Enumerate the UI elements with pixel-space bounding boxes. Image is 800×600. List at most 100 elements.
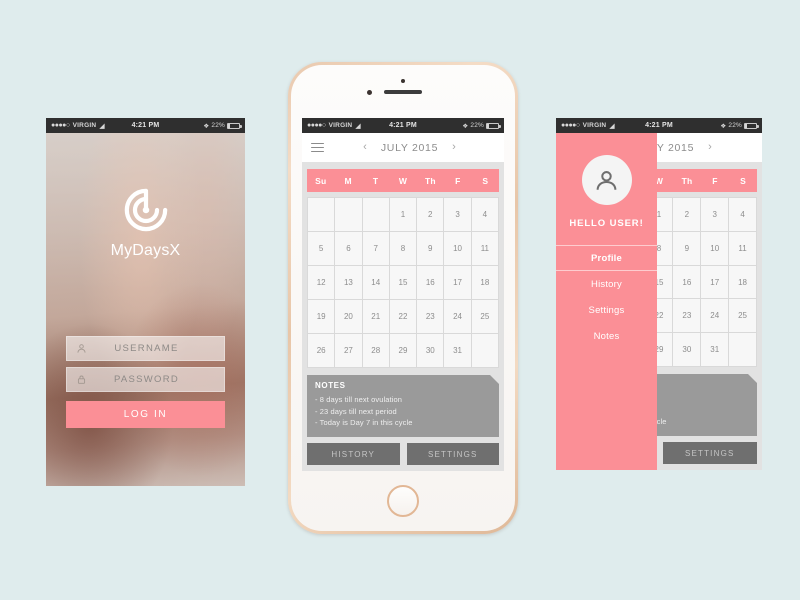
calendar-day-26[interactable]: 26: [308, 334, 335, 368]
calendar-day-17[interactable]: 17: [701, 265, 729, 299]
menu-item-settings[interactable]: Settings: [556, 297, 657, 323]
calendar-cell-empty: [729, 333, 756, 367]
front-camera-icon: [367, 90, 372, 95]
day-of-week-f: F: [455, 175, 461, 186]
menu-item-history[interactable]: History: [556, 271, 657, 297]
calendar-screen: ●●●●○ VIRGIN ◢ 4:21 PM ❖ 22% ‹ JULY 2015…: [302, 118, 504, 471]
brand-block: MyDaysX: [46, 187, 245, 260]
day-of-week-w: W: [398, 175, 408, 186]
menu-item-list: Profile History Settings Notes: [556, 245, 657, 349]
day-of-week-m: M: [344, 175, 352, 186]
mockup-canvas: ●●●●○ VIRGIN ◢ 4:21 PM ❖ 22% MyDaysX USE…: [0, 0, 800, 600]
calendar-day-12[interactable]: 12: [308, 266, 335, 300]
calendar-day-16[interactable]: 16: [417, 266, 444, 300]
status-bar-right: ❖ 22%: [720, 122, 759, 130]
user-avatar-icon[interactable]: [581, 155, 632, 205]
iphone-device-frame: ●●●●○ VIRGIN ◢ 4:21 PM ❖ 22% ‹ JULY 2015…: [288, 62, 518, 534]
status-bar-login: ●●●●○ VIRGIN ◢ 4:21 PM ❖ 22%: [46, 118, 245, 133]
chevron-left-icon[interactable]: ‹: [363, 142, 367, 153]
side-menu-drawer: HELLO USER! Profile History Settings Notes: [556, 133, 657, 470]
history-button[interactable]: HISTORY: [307, 443, 400, 465]
username-field[interactable]: USERNAME: [66, 336, 225, 361]
menu-item-profile[interactable]: Profile: [556, 245, 657, 271]
login-button[interactable]: LOG IN: [66, 401, 225, 428]
notes-item: - 8 days till next ovulation: [315, 395, 403, 405]
calendar-cell-empty: [308, 198, 335, 232]
battery-percent-label: 22%: [470, 122, 484, 129]
calendar-day-4[interactable]: 4: [471, 198, 498, 232]
notes-item: - Today is Day 7 in this cycle: [315, 418, 413, 428]
day-of-week-su: Su: [315, 175, 327, 186]
calendar-day-18[interactable]: 18: [729, 265, 756, 299]
hamburger-menu-icon[interactable]: [311, 142, 324, 153]
day-of-week-header: Su M T W Th F S: [307, 169, 499, 192]
calendar-day-4[interactable]: 4: [729, 198, 756, 231]
notes-title: NOTES: [315, 381, 346, 391]
calendar-day-30[interactable]: 30: [417, 334, 444, 368]
day-of-week-f: F: [712, 175, 718, 186]
login-background-photo: MyDaysX USERNAME PASSWORD LOG IN: [46, 133, 245, 486]
calendar-day-23[interactable]: 23: [417, 300, 444, 334]
settings-button[interactable]: SETTINGS: [406, 443, 499, 465]
notes-card[interactable]: NOTES - 8 days till next ovulation- 23 d…: [307, 375, 499, 437]
calendar-day-13[interactable]: 13: [335, 266, 362, 300]
calendar-day-25[interactable]: 25: [729, 299, 756, 333]
calendar-day-10[interactable]: 10: [701, 231, 729, 265]
calendar-top-bar: ‹ JULY 2015 ›: [302, 133, 504, 162]
calendar-day-11[interactable]: 11: [471, 232, 498, 266]
calendar-day-24[interactable]: 24: [444, 300, 471, 334]
calendar-day-21[interactable]: 21: [362, 300, 389, 334]
password-field[interactable]: PASSWORD: [66, 367, 225, 392]
calendar-day-22[interactable]: 22: [389, 300, 417, 334]
brand-name: MyDaysX: [110, 242, 181, 259]
day-of-week-s: S: [482, 175, 489, 186]
greeting-label: HELLO USER!: [569, 218, 644, 229]
chevron-right-icon[interactable]: ›: [708, 142, 712, 153]
spiral-target-logo-icon: [123, 187, 169, 233]
calendar-day-15[interactable]: 15: [389, 266, 417, 300]
phone-front-panel: ●●●●○ VIRGIN ◢ 4:21 PM ❖ 22% ‹ JULY 2015…: [291, 65, 515, 531]
calendar-day-31[interactable]: 31: [444, 334, 471, 368]
calendar-day-14[interactable]: 14: [362, 266, 389, 300]
calendar-month-nav: ‹ JULY 2015 ›: [324, 142, 495, 154]
calendar-day-20[interactable]: 20: [335, 300, 362, 334]
bluetooth-icon: ❖: [462, 122, 469, 130]
calendar-day-31[interactable]: 31: [701, 333, 729, 367]
calendar-day-11[interactable]: 11: [729, 231, 756, 265]
calendar-day-25[interactable]: 25: [471, 300, 498, 334]
calendar-day-19[interactable]: 19: [308, 300, 335, 334]
calendar-day-3[interactable]: 3: [701, 198, 729, 231]
calendar-day-27[interactable]: 27: [335, 334, 362, 368]
calendar-day-28[interactable]: 28: [362, 334, 389, 368]
calendar-day-7[interactable]: 7: [362, 232, 389, 266]
calendar-day-17[interactable]: 17: [444, 266, 471, 300]
calendar-day-24[interactable]: 24: [701, 299, 729, 333]
status-bar-right: ❖ 22%: [203, 122, 242, 130]
user-icon: [67, 343, 95, 354]
calendar-day-1[interactable]: 1: [389, 198, 417, 232]
calendar-day-2[interactable]: 2: [673, 198, 701, 231]
action-button-row: HISTORY SETTINGS: [302, 443, 504, 471]
calendar-day-16[interactable]: 16: [673, 265, 701, 299]
settings-button[interactable]: SETTINGS: [662, 442, 757, 464]
menu-item-notes[interactable]: Notes: [556, 323, 657, 349]
chevron-right-icon[interactable]: ›: [452, 142, 456, 153]
calendar-cell-empty: [335, 198, 362, 232]
calendar-day-6[interactable]: 6: [335, 232, 362, 266]
calendar-day-30[interactable]: 30: [673, 333, 701, 367]
calendar-day-2[interactable]: 2: [417, 198, 444, 232]
day-of-week-th: Th: [681, 175, 693, 186]
calendar-day-10[interactable]: 10: [444, 232, 471, 266]
calendar-day-5[interactable]: 5: [308, 232, 335, 266]
home-button[interactable]: [387, 485, 419, 517]
calendar-day-9[interactable]: 9: [417, 232, 444, 266]
bluetooth-icon: ❖: [720, 122, 727, 130]
calendar-day-18[interactable]: 18: [471, 266, 498, 300]
calendar-day-9[interactable]: 9: [673, 231, 701, 265]
calendar-day-29[interactable]: 29: [389, 334, 417, 368]
calendar-cell-empty: [471, 334, 498, 368]
calendar-day-3[interactable]: 3: [444, 198, 471, 232]
calendar-day-8[interactable]: 8: [389, 232, 417, 266]
calendar-day-23[interactable]: 23: [673, 299, 701, 333]
battery-percent-label: 22%: [728, 122, 742, 129]
